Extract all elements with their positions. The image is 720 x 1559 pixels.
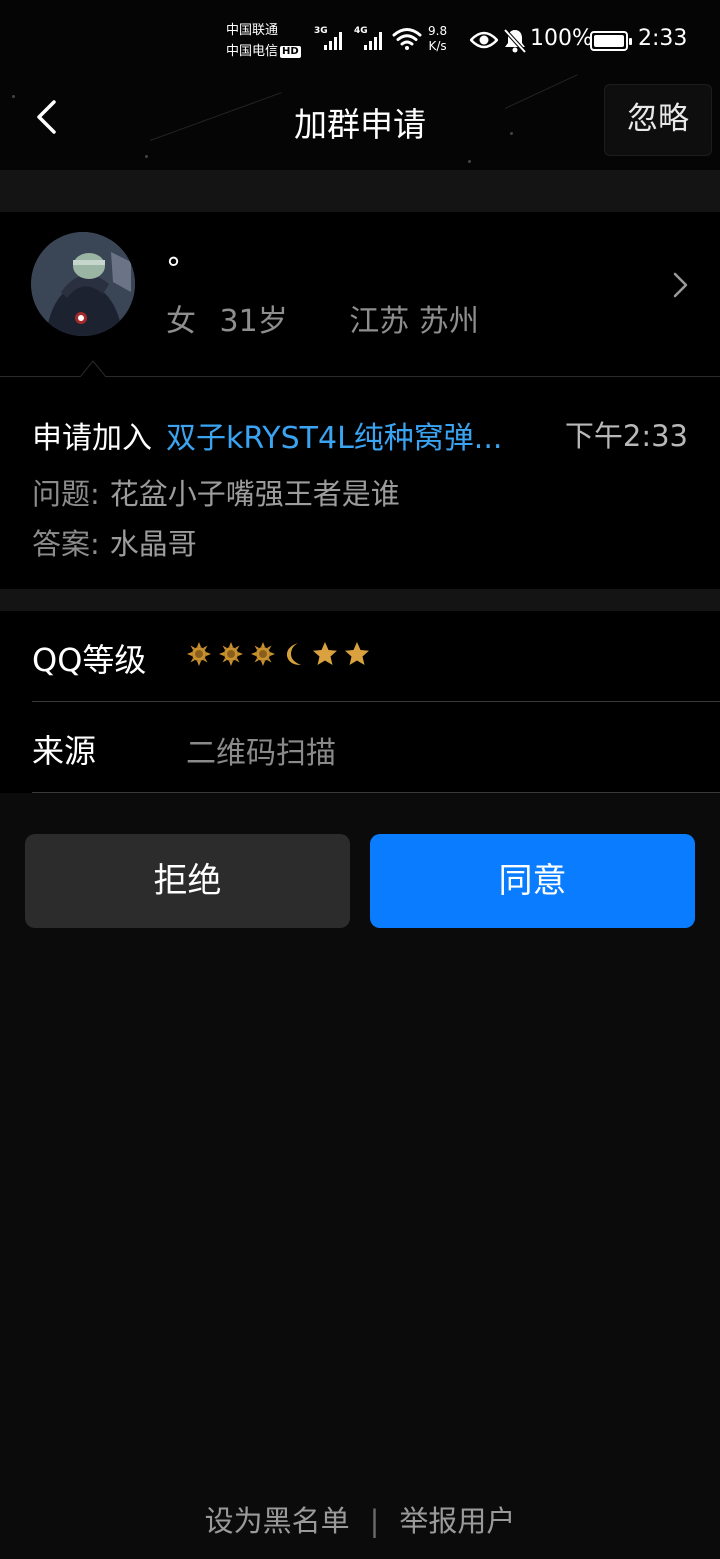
section-gap <box>0 589 720 611</box>
hd-badge: HD <box>280 46 301 58</box>
qq-level-icons <box>186 641 371 671</box>
question-line: 问题: 花盆小子嘴强王者是谁 <box>32 471 400 513</box>
group-name-link[interactable]: 双子kRYST4L纯种窝弹... <box>166 421 502 456</box>
star-icon <box>345 642 370 665</box>
gender: 女 <box>166 304 196 339</box>
nav-bar: 加群申请 忽略 <box>0 84 720 170</box>
battery-icon <box>590 31 632 51</box>
qq-level-label: QQ等级 <box>32 641 147 679</box>
accept-button[interactable]: 同意 <box>370 834 695 928</box>
apply-line: 申请加入 双子kRYST4L纯种窝弹... <box>32 413 502 457</box>
carrier-1: 中国联通 <box>226 23 279 38</box>
answer-label: 答案: <box>32 527 100 561</box>
status-bar: 中国联通 中国电信 HD 3G 4G 9.8 K/s 100% 2:33 <box>0 0 720 84</box>
star-icon <box>313 642 338 665</box>
location: 江苏 苏州 <box>349 304 479 339</box>
question-text: 花盆小子嘴强王者是谁 <box>109 477 400 511</box>
pointer-arrow <box>79 359 107 378</box>
wifi-icon <box>392 27 422 55</box>
reject-button[interactable]: 拒绝 <box>25 834 350 928</box>
footer-separator: | <box>369 1504 380 1538</box>
ignore-button[interactable]: 忽略 <box>604 84 712 156</box>
source-row: 来源 二维码扫描 <box>32 702 720 793</box>
qq-level-row: QQ等级 <box>32 611 720 702</box>
chevron-right-icon <box>668 270 692 300</box>
application-details: 申请加入 双子kRYST4L纯种窝弹... 下午2:33 问题: 花盆小子嘴强王者是… <box>0 377 720 589</box>
source-value: 二维码扫描 <box>186 736 336 771</box>
net-speed: 9.8 K/s <box>428 24 447 54</box>
sun-icon <box>187 642 211 666</box>
section-gap <box>0 170 720 212</box>
info-rows: QQ等级 来源 二维码扫描 <box>0 611 720 793</box>
sun-icon <box>251 642 276 666</box>
applicant-profile[interactable]: ° 女 31岁 江苏 苏州 <box>0 212 720 376</box>
answer-line: 答案: 水晶哥 <box>32 521 197 563</box>
source-label: 来源 <box>32 732 97 770</box>
net-speed-value: 9.8 <box>428 24 448 38</box>
apply-prefix: 申请加入 <box>32 421 152 456</box>
eye-icon <box>469 30 499 54</box>
sun-icon <box>219 642 244 666</box>
bell-off-icon <box>503 28 527 58</box>
answer-text: 水晶哥 <box>109 527 197 561</box>
carrier-info: 中国联通 中国电信 HD <box>226 20 301 62</box>
header: 中国联通 中国电信 HD 3G 4G 9.8 K/s 100% 2:33 加群申… <box>0 0 720 170</box>
nickname: ° <box>166 252 181 287</box>
question-label: 问题: <box>32 477 100 511</box>
profile-info: 女 31岁 江苏 苏州 <box>166 296 493 340</box>
avatar[interactable] <box>31 232 135 336</box>
blacklist-link[interactable]: 设为黑名单 <box>205 1504 350 1538</box>
age: 31岁 <box>219 304 288 339</box>
report-user-link[interactable]: 举报用户 <box>399 1504 515 1538</box>
net-speed-unit: K/s <box>428 39 447 53</box>
status-time: 2:33 <box>638 26 688 51</box>
apply-time: 下午2:33 <box>564 419 688 453</box>
battery-percent: 100% <box>530 26 593 51</box>
footer-links: 设为黑名单 | 举报用户 <box>0 1498 720 1540</box>
carrier-2: 中国电信 <box>226 44 279 59</box>
moon-icon <box>287 643 302 665</box>
